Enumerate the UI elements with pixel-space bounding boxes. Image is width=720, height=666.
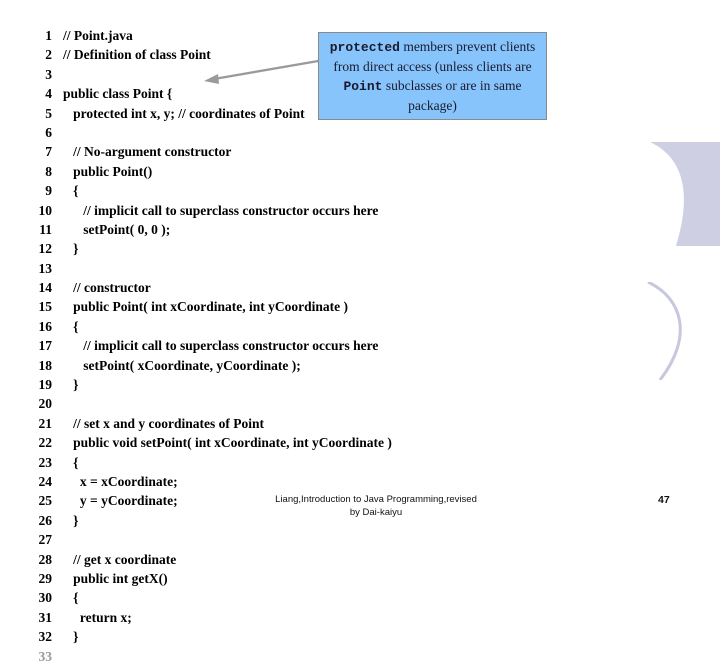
code-line: 32 }: [0, 627, 640, 646]
code-line-source: public class Point {: [63, 86, 173, 102]
code-line-source: // set x and y coordinates of Point: [63, 415, 264, 431]
callout-text: protected members prevent clients from d…: [325, 37, 540, 115]
code-line-number: 21: [38, 415, 53, 431]
code-line-source: y = yCoordinate;: [63, 493, 178, 509]
code-line-number: 15: [38, 299, 53, 315]
code-line-source: public Point(): [63, 163, 153, 179]
code-line-number: 29: [38, 570, 53, 586]
code-line: 6: [0, 123, 640, 142]
code-line: 16 {: [0, 317, 640, 336]
code-line: 12 }: [0, 239, 640, 258]
code-line-number: 18: [38, 357, 53, 373]
code-line-number: 7: [45, 144, 52, 160]
code-line-source: x = xCoordinate;: [63, 473, 178, 489]
code-line-number: 13: [38, 260, 53, 276]
code-line-number: 10: [38, 202, 53, 218]
code-line-source: // implicit call to superclass construct…: [63, 202, 379, 218]
code-line-number: 32: [38, 629, 53, 645]
code-line-source: public void setPoint( int xCoordinate, i…: [63, 435, 392, 451]
code-line-number: 16: [38, 318, 53, 334]
java-code-listing: 1 // Point.java 2 // Definition of class P…: [0, 26, 640, 666]
code-line: 10 // implicit call to superclass constr…: [0, 201, 640, 220]
code-line-number: 3: [45, 66, 52, 82]
code-line: 28 // get x coordinate: [0, 550, 640, 569]
code-line: 11 setPoint( 0, 0 );: [0, 220, 640, 239]
code-line: 20: [0, 394, 640, 413]
code-line-source: public Point( int xCoordinate, int yCoor…: [63, 299, 349, 315]
code-line-number: 24: [38, 473, 53, 489]
code-line: 22 public void setPoint( int xCoordinate…: [0, 433, 640, 452]
code-line-number: 20: [38, 396, 53, 412]
decorative-crescent-upper: [650, 142, 720, 246]
code-line: 15 public Point( int xCoordinate, int yC…: [0, 297, 640, 316]
code-line-source: }: [63, 512, 79, 528]
code-line-source: }: [63, 241, 79, 257]
code-line-number: 4: [45, 86, 52, 102]
page-number: 47: [658, 494, 670, 506]
code-line-source: protected int x, y; // coordinates of Po…: [63, 105, 305, 121]
code-line-number: 25: [38, 493, 53, 509]
code-line-number: 26: [38, 512, 53, 528]
code-line: 9 {: [0, 181, 640, 200]
code-line: 24 x = xCoordinate;: [0, 472, 640, 491]
code-line-source: }: [63, 629, 79, 645]
code-line-number: 28: [38, 551, 53, 567]
code-line: 14 // constructor: [0, 278, 640, 297]
code-line-source: }: [63, 377, 79, 393]
code-line-source: setPoint( 0, 0 );: [63, 221, 171, 237]
code-line: 30 {: [0, 588, 640, 607]
code-line-number: 8: [45, 163, 52, 179]
code-line-source: // implicit call to superclass construct…: [63, 338, 379, 354]
code-line-source: // Point.java: [63, 28, 133, 43]
code-line: 13: [0, 259, 640, 278]
code-line-source: {: [63, 454, 79, 470]
code-line-number: 14: [38, 280, 53, 296]
code-line-source: // constructor: [63, 280, 151, 296]
footer-credit: Liang,Introduction to Java Programming,r…: [231, 494, 521, 519]
code-line-source: {: [63, 183, 79, 199]
code-line-source: return x;: [63, 609, 132, 625]
code-line-number: 17: [38, 338, 53, 354]
code-line: 18 setPoint( xCoordinate, yCoordinate );: [0, 356, 640, 375]
callout-box: protected members prevent clients from d…: [318, 32, 547, 120]
code-line-source: {: [63, 590, 79, 606]
code-line-number: 22: [38, 435, 53, 451]
code-line-number: 11: [39, 221, 52, 237]
callout-segment-text: subclasses or are in same package): [382, 78, 522, 113]
code-line-number: 1: [45, 28, 52, 43]
code-line-number: 6: [45, 124, 52, 140]
code-line-source: {: [63, 318, 79, 334]
code-line: 21 // set x and y coordinates of Point: [0, 414, 640, 433]
code-line-number: 12: [38, 241, 53, 257]
code-line: 17 // implicit call to superclass constr…: [0, 336, 640, 355]
code-line-number: 5: [45, 105, 52, 121]
code-line: 31 return x;: [0, 608, 640, 627]
callout-keyword-protected: protected: [329, 40, 400, 55]
code-line-source: public int getX(): [63, 570, 168, 586]
code-line-number: 33: [38, 648, 53, 664]
code-line-number: 2: [45, 47, 52, 63]
code-line-source: // Definition of class Point: [63, 47, 211, 63]
code-line-number: 23: [38, 454, 53, 470]
code-line-number: 9: [45, 183, 52, 199]
code-line: 29 public int getX(): [0, 569, 640, 588]
code-line-source: // No-argument constructor: [63, 144, 232, 160]
decorative-arc-lower: [647, 282, 682, 380]
code-line: 7 // No-argument constructor: [0, 142, 640, 161]
code-line-number: 31: [38, 609, 53, 625]
code-line-number: 19: [38, 377, 53, 393]
code-line-source: // get x coordinate: [63, 551, 177, 567]
code-line: 23 {: [0, 453, 640, 472]
code-line: 33: [0, 647, 640, 666]
footer-credit-line-1: Liang,Introduction to Java Programming,r…: [275, 494, 477, 505]
callout-keyword-point: Point: [343, 79, 383, 94]
code-line: 8 public Point(): [0, 162, 640, 181]
code-line-source: setPoint( xCoordinate, yCoordinate );: [63, 357, 301, 373]
footer-credit-line-2: by Dai-kaiyu: [349, 506, 403, 518]
code-line: 19 }: [0, 375, 640, 394]
code-line-number: 30: [38, 590, 53, 606]
